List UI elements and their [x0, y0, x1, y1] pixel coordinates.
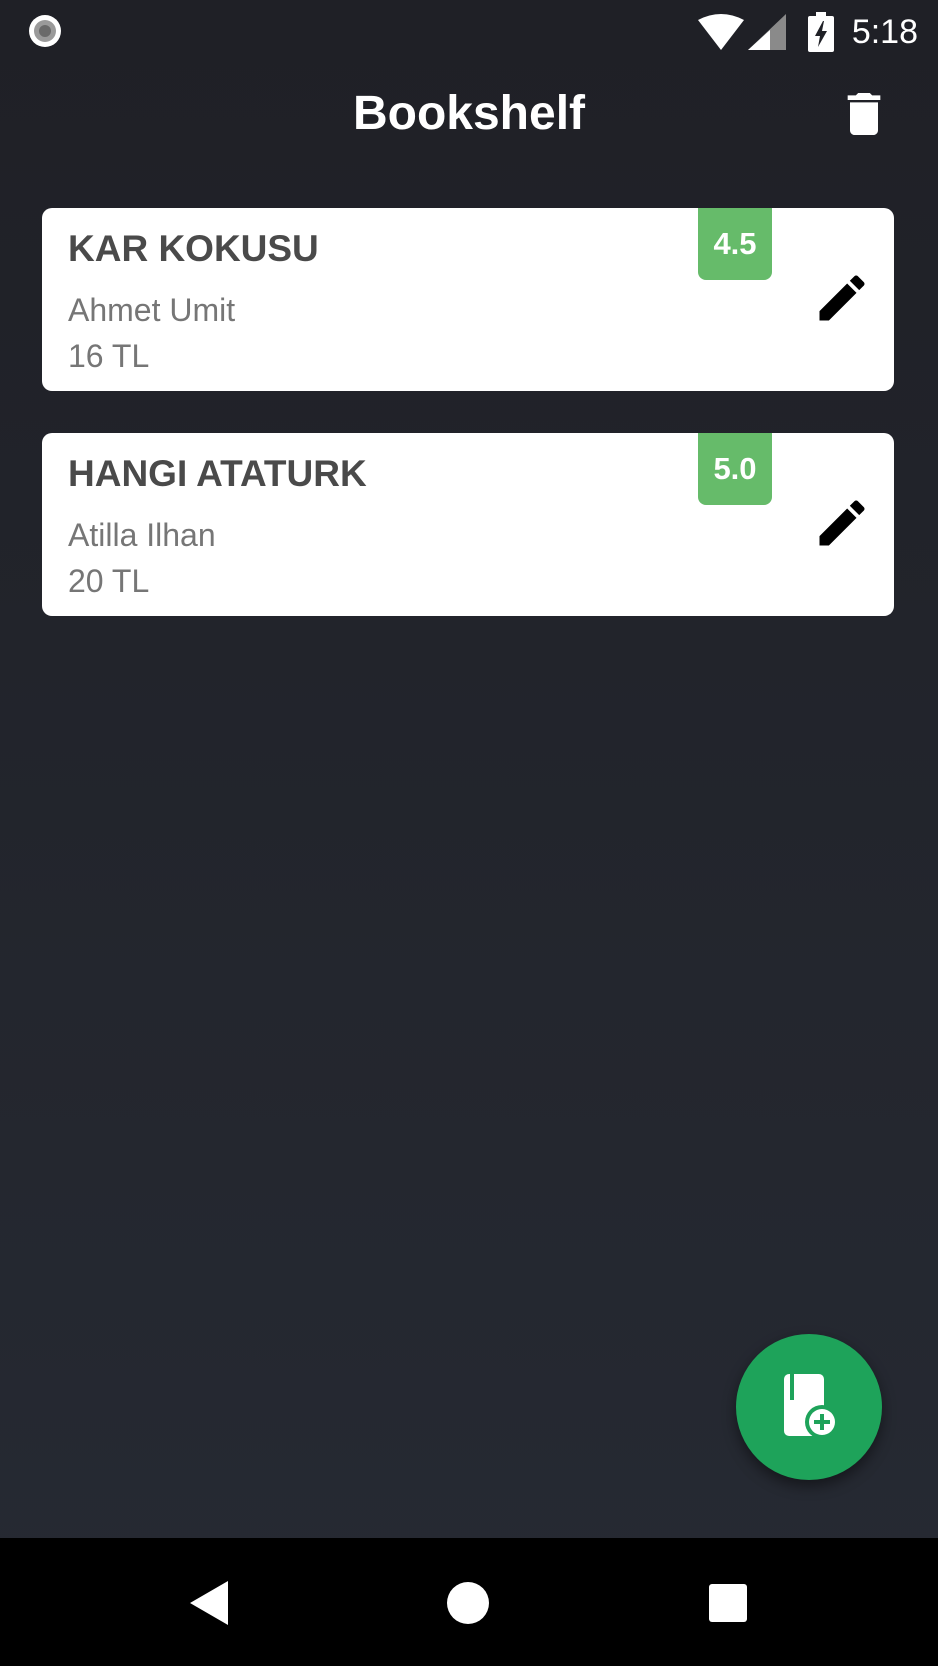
cellular-signal-icon	[747, 14, 786, 50]
home-icon[interactable]	[438, 1578, 498, 1628]
book-price: 16 TL	[68, 338, 150, 374]
book-author: Ahmet Umit	[68, 292, 236, 328]
status-bar: 5:18	[0, 0, 938, 64]
book-price: 20 TL	[68, 563, 150, 599]
book-card[interactable]: KAR KOKUSU Ahmet Umit 16 TL 4.5	[42, 208, 894, 391]
book-author: Atilla Ilhan	[68, 517, 216, 553]
back-icon[interactable]	[180, 1578, 240, 1628]
status-icons: 5:18	[697, 8, 918, 56]
pencil-icon	[819, 275, 865, 321]
delete-all-button[interactable]	[836, 86, 892, 142]
recents-icon[interactable]	[698, 1578, 758, 1628]
app-screen: 5:18 Bookshelf KAR KOKUSU Ahmet Umit 16 …	[0, 0, 938, 1666]
pencil-icon	[819, 500, 865, 546]
page-title: Bookshelf	[352, 87, 586, 140]
trash-icon	[847, 93, 881, 135]
record-indicator-icon	[29, 15, 61, 47]
book-list: KAR KOKUSU Ahmet Umit 16 TL 4.5 HANGI AT…	[42, 208, 894, 658]
navigation-bar	[0, 1538, 938, 1666]
wifi-icon	[697, 14, 744, 50]
edit-book-button[interactable]	[812, 268, 872, 328]
status-time: 5:18	[851, 12, 918, 51]
book-card[interactable]: HANGI ATATURK Atilla Ilhan 20 TL 5.0	[42, 433, 894, 616]
add-book-icon	[784, 1374, 839, 1439]
rating-badge: 4.5	[698, 208, 772, 280]
app-bar: Bookshelf	[0, 64, 938, 164]
book-title: KAR KOKUSU	[68, 228, 319, 269]
battery-charging-icon	[807, 12, 834, 52]
rating-badge: 5.0	[698, 433, 772, 505]
book-title: HANGI ATATURK	[68, 453, 367, 494]
add-book-button[interactable]	[736, 1334, 882, 1480]
edit-book-button[interactable]	[812, 493, 872, 553]
